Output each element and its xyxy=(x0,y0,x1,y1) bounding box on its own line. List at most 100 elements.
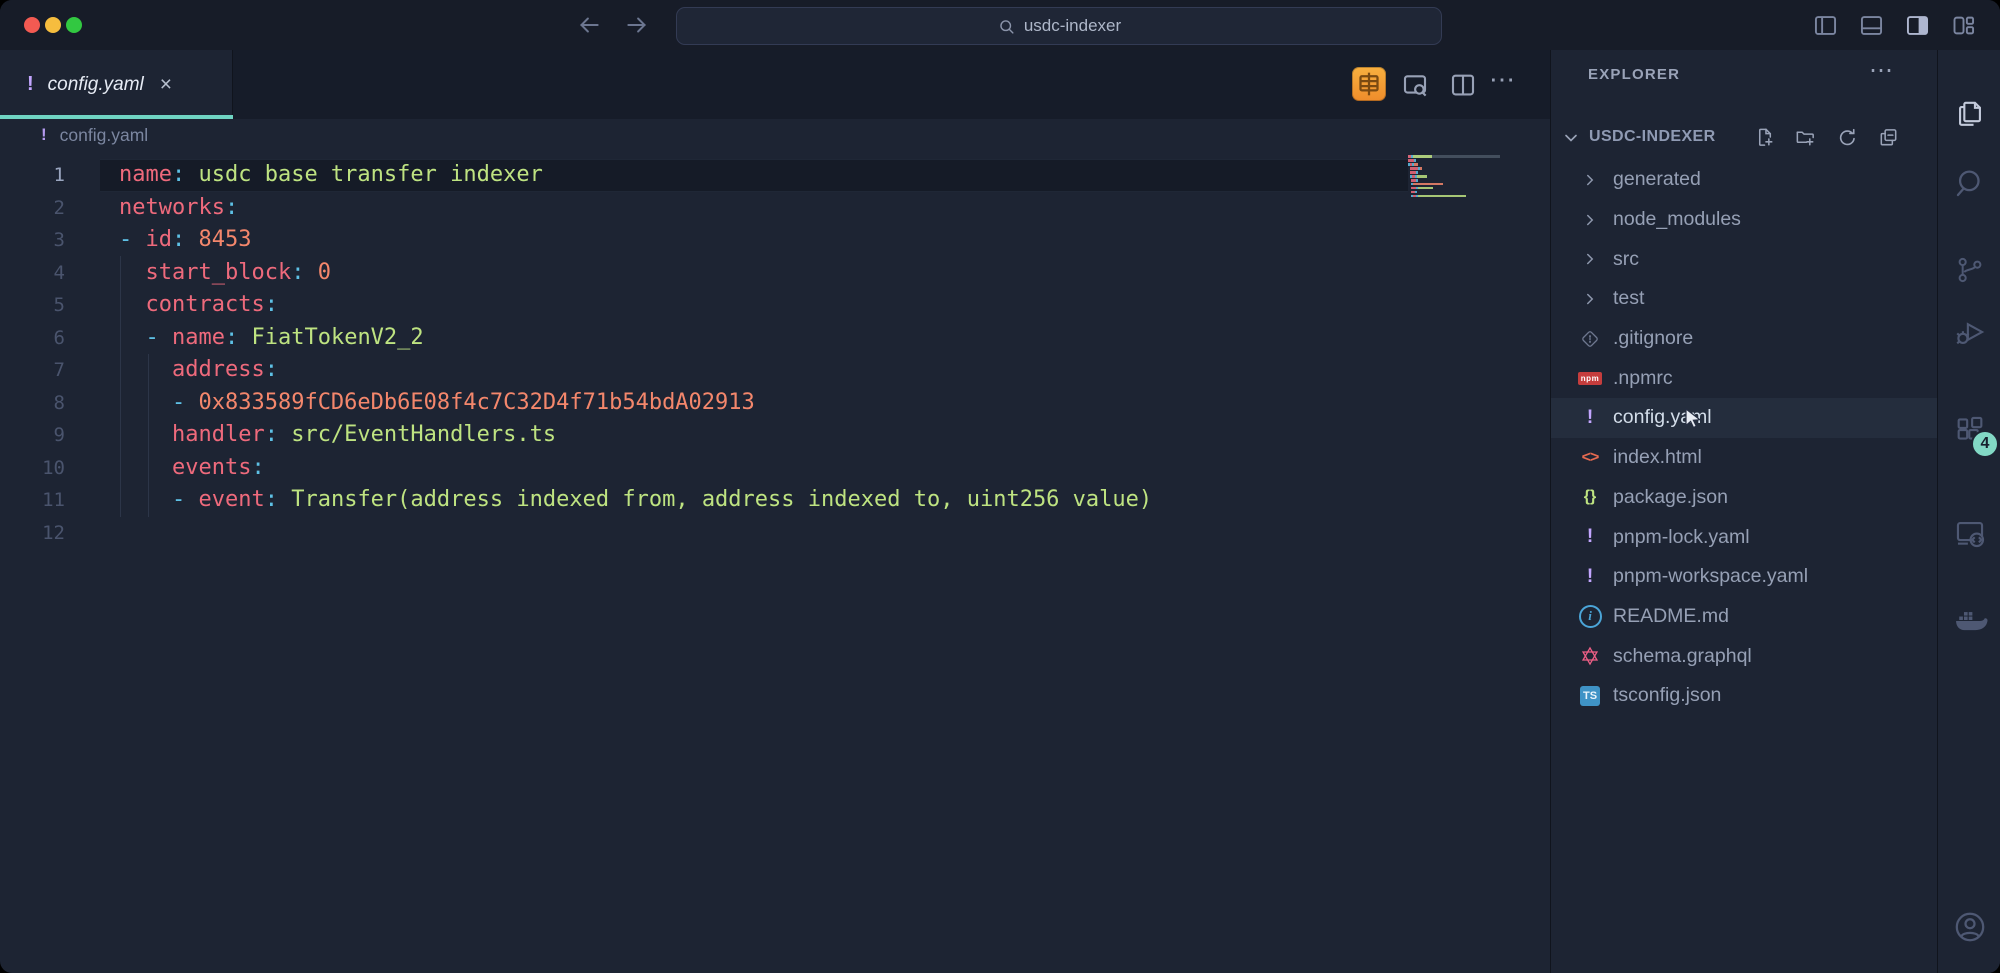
explorer-more-icon[interactable]: ⋯ xyxy=(1869,56,1895,85)
tree-file-tsconfig-json[interactable]: TS tsconfig.json xyxy=(1551,676,1938,716)
breadcrumb[interactable]: ! config.yaml xyxy=(0,119,1550,151)
tree-item-label: pnpm-workspace.yaml xyxy=(1613,565,1808,588)
line-number: 8 xyxy=(0,387,65,420)
vscode-window: usdc-indexer ! config.yaml × xyxy=(0,0,2000,973)
code-line-2[interactable]: 2networks: xyxy=(0,192,1550,225)
tree-folder-generated[interactable]: generated xyxy=(1551,160,1938,200)
editor-pane[interactable]: 1name: usdc base transfer indexer2networ… xyxy=(0,151,1550,923)
code-line-5[interactable]: 5 contracts: xyxy=(0,289,1550,322)
tree-folder-src[interactable]: src xyxy=(1551,239,1938,279)
traffic-light-zoom[interactable] xyxy=(66,17,82,33)
yaml-icon: ! xyxy=(1587,566,1593,588)
tree-file-package-json[interactable]: {}package.json xyxy=(1551,478,1938,518)
customize-layout-icon[interactable] xyxy=(1950,12,1977,39)
tab-close-icon[interactable]: × xyxy=(160,73,172,97)
tree-item-label: tsconfig.json xyxy=(1613,684,1721,707)
line-number: 10 xyxy=(0,452,65,485)
line-number: 11 xyxy=(0,484,65,517)
envio-extension-icon[interactable] xyxy=(1352,67,1386,101)
graphql-icon xyxy=(1579,645,1601,667)
file-type-icon: npm xyxy=(1577,365,1603,391)
code-text: - name: FiatTokenV2_2 xyxy=(119,322,424,355)
account-icon[interactable] xyxy=(1938,903,2000,951)
typescript-icon: TS xyxy=(1580,686,1600,706)
source-control-icon[interactable] xyxy=(1938,246,2000,294)
collapse-folders-icon[interactable] xyxy=(1877,126,1900,149)
window-search-value: usdc-indexer xyxy=(1024,16,1121,36)
line-number: 1 xyxy=(0,159,65,192)
new-folder-icon[interactable] xyxy=(1794,126,1817,149)
tree-file--npmrc[interactable]: npm.npmrc xyxy=(1551,358,1938,398)
tree-file-schema-graphql[interactable]: schema.graphql xyxy=(1551,636,1938,676)
tree-folder-node-modules[interactable]: node_modules xyxy=(1551,200,1938,240)
docker-icon[interactable] xyxy=(1938,596,2000,644)
tree-file-pnpm-workspace-yaml[interactable]: ! pnpm-workspace.yaml xyxy=(1551,557,1938,597)
tab-bar: ! config.yaml × ⋯ xyxy=(0,50,1550,119)
tree-folder-test[interactable]: test xyxy=(1551,279,1938,319)
project-section-header[interactable]: USDC-INDEXER xyxy=(1551,120,1938,156)
code-line-11[interactable]: 11 - event: Transfer(address indexed fro… xyxy=(0,484,1550,517)
extensions-badge: 4 xyxy=(1971,430,1999,458)
mouse-cursor xyxy=(1682,407,1706,431)
code-line-6[interactable]: 6 - name: FiatTokenV2_2 xyxy=(0,322,1550,355)
search-icon[interactable] xyxy=(1938,159,2000,207)
chevron-right-icon xyxy=(1581,250,1599,268)
chevron-right-icon xyxy=(1581,171,1599,189)
tree-file-pnpm-lock-yaml[interactable]: ! pnpm-lock.yaml xyxy=(1551,517,1938,557)
code-text: handler: src/EventHandlers.ts xyxy=(119,419,556,452)
code-text: networks: xyxy=(119,192,238,225)
npm-icon: npm xyxy=(1578,372,1602,385)
traffic-light-minimize[interactable] xyxy=(45,17,61,33)
forward-arrow-icon[interactable] xyxy=(624,12,650,38)
window-search-field[interactable]: usdc-indexer xyxy=(676,7,1442,45)
line-number: 5 xyxy=(0,289,65,322)
tree-file-index-html[interactable]: <>index.html xyxy=(1551,438,1938,478)
code-line-4[interactable]: 4 start_block: 0 xyxy=(0,257,1550,290)
tab-config-yaml[interactable]: ! config.yaml × xyxy=(0,50,233,119)
tree-item-label: package.json xyxy=(1613,486,1728,509)
extensions-icon[interactable]: 4 xyxy=(1938,406,2000,454)
split-editor-icon[interactable] xyxy=(1448,70,1478,100)
editor-more-actions-icon[interactable]: ⋯ xyxy=(1489,64,1517,95)
tree-file-readme-md[interactable]: iREADME.md xyxy=(1551,597,1938,637)
back-arrow-icon[interactable] xyxy=(576,12,602,38)
code-line-10[interactable]: 10 events: xyxy=(0,452,1550,485)
code-line-1[interactable]: 1name: usdc base transfer indexer xyxy=(0,159,1550,192)
code-line-12[interactable]: 12 xyxy=(0,517,1550,550)
yaml-icon: ! xyxy=(1587,526,1593,548)
tree-file-config-yaml[interactable]: !config.yaml xyxy=(1551,398,1938,438)
code-text: events: xyxy=(119,452,265,485)
open-preview-icon[interactable] xyxy=(1400,70,1430,100)
chevron-right-icon xyxy=(1581,290,1599,308)
file-type-icon: i xyxy=(1577,603,1603,629)
new-file-icon[interactable] xyxy=(1754,126,1777,149)
line-number: 12 xyxy=(0,517,65,550)
file-type-icon xyxy=(1577,326,1603,352)
file-type-icon: ! xyxy=(1577,524,1603,550)
toggle-left-sidebar-icon[interactable] xyxy=(1812,12,1839,39)
code-text: - event: Transfer(address indexed from, … xyxy=(119,484,1152,517)
code-line-7[interactable]: 7 address: xyxy=(0,354,1550,387)
code-line-8[interactable]: 8 - 0x833589fCD6eDb6E08f4c7C32D4f71b54bd… xyxy=(0,387,1550,420)
explorer-icon[interactable] xyxy=(1938,88,2000,136)
code-text: address: xyxy=(119,354,278,387)
yaml-warning-icon: ! xyxy=(41,125,47,145)
tree-file--gitignore[interactable]: .gitignore xyxy=(1551,319,1938,359)
toggle-right-sidebar-icon[interactable] xyxy=(1904,12,1931,39)
line-number: 9 xyxy=(0,419,65,452)
toggle-bottom-panel-icon[interactable] xyxy=(1858,12,1885,39)
code-area: 1name: usdc base transfer indexer2networ… xyxy=(0,159,1550,549)
minimap[interactable] xyxy=(1408,155,1500,203)
magnifier-icon xyxy=(997,17,1016,36)
code-line-9[interactable]: 9 handler: src/EventHandlers.ts xyxy=(0,419,1550,452)
line-number: 6 xyxy=(0,322,65,355)
debug-icon[interactable] xyxy=(1938,308,2000,356)
remote-icon[interactable] xyxy=(1938,509,2000,557)
tab-label: config.yaml xyxy=(48,74,144,96)
tree-item-label: pnpm-lock.yaml xyxy=(1613,526,1750,549)
refresh-icon[interactable] xyxy=(1836,126,1859,149)
traffic-light-close[interactable] xyxy=(24,17,40,33)
file-type-icon: TS xyxy=(1577,683,1603,709)
code-line-3[interactable]: 3- id: 8453 xyxy=(0,224,1550,257)
yaml-warning-icon: ! xyxy=(27,73,34,96)
